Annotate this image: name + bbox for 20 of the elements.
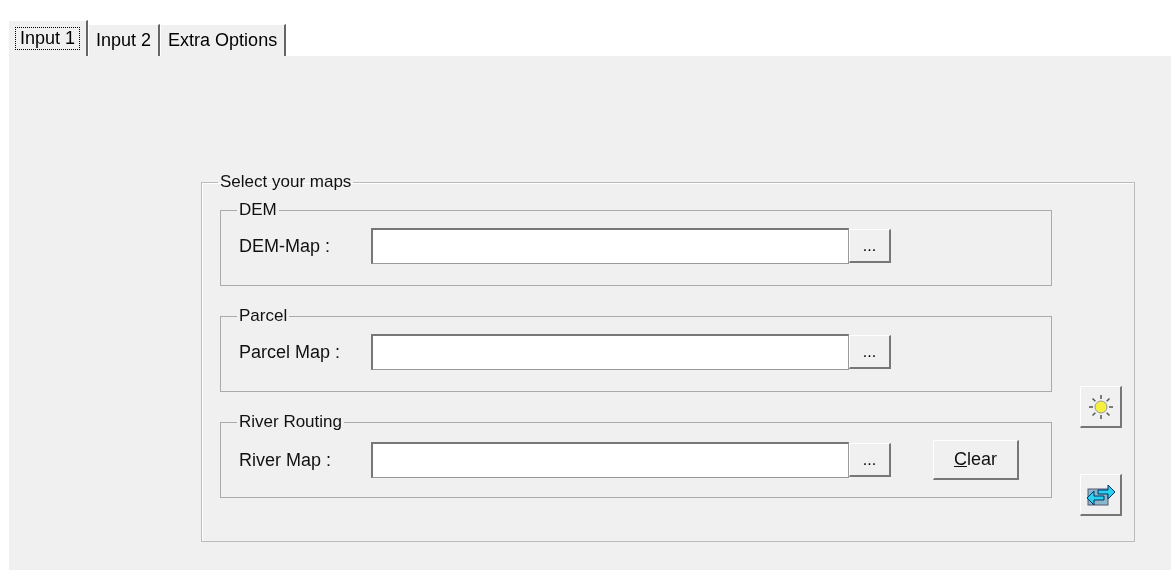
- tab[interactable]: Input 1: [8, 20, 89, 56]
- sun-button[interactable]: [1080, 386, 1122, 428]
- group-title: Select your maps: [219, 172, 353, 192]
- swap-button[interactable]: [1080, 474, 1122, 516]
- field-label: River Map :: [239, 449, 333, 471]
- group-title: River Routing: [238, 412, 343, 432]
- group-title: Parcel: [238, 306, 289, 326]
- browse-button[interactable]: ...: [849, 335, 891, 369]
- input-field[interactable]: [371, 228, 849, 264]
- browse-button[interactable]: ...: [849, 443, 891, 477]
- browse-button[interactable]: ...: [849, 229, 891, 263]
- field-label: Parcel Map :: [239, 341, 342, 363]
- input-field[interactable]: [371, 334, 849, 370]
- group-title: DEM: [238, 200, 278, 220]
- sun-icon: [1087, 393, 1114, 420]
- input-field[interactable]: [371, 442, 849, 478]
- tab[interactable]: Extra Options: [160, 24, 287, 56]
- field-label: DEM-Map :: [239, 235, 331, 257]
- tab[interactable]: Input 2: [88, 24, 161, 56]
- clear-button[interactable]: Clear: [933, 440, 1019, 480]
